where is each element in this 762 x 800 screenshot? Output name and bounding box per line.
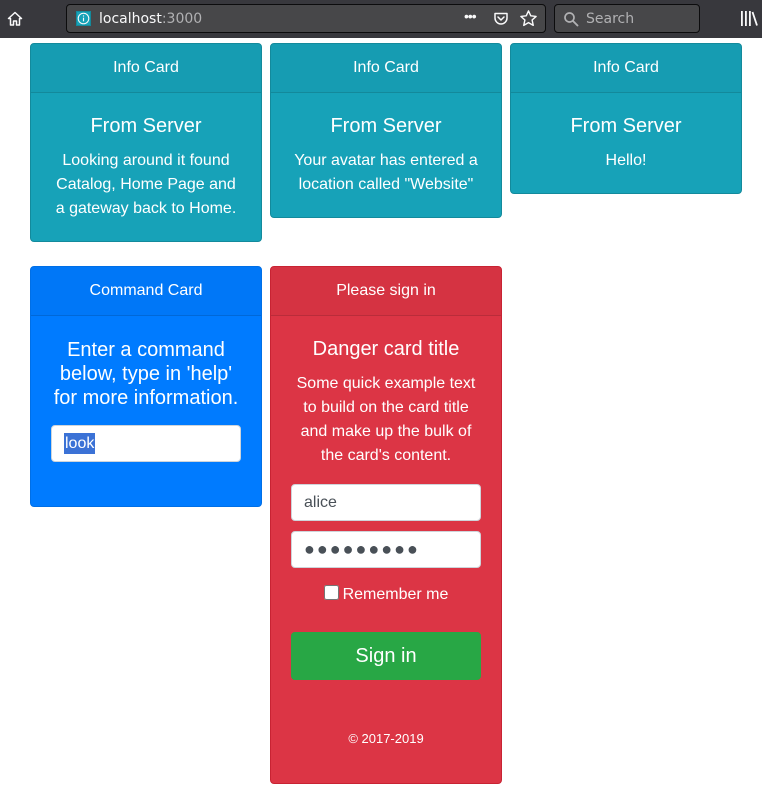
card-body: From Server Your avatar has entered a lo…	[271, 93, 501, 197]
url-bar[interactable]: localhost:3000 •••	[66, 4, 546, 33]
home-button[interactable]	[0, 0, 30, 38]
username-input[interactable]	[291, 484, 481, 521]
signin-card: Please sign in Danger card title Some qu…	[270, 266, 502, 784]
card-text: Hello!	[605, 152, 647, 169]
card-body: Enter a command below, type in 'help' fo…	[31, 316, 261, 410]
card-header: Info Card	[271, 44, 501, 93]
url-port: :3000	[161, 11, 203, 27]
sign-in-button[interactable]: Sign in	[291, 632, 481, 680]
page-actions-icon[interactable]: •••	[464, 8, 477, 24]
card-text: Looking around it found Catalog, Home Pa…	[55, 152, 237, 217]
command-input-value[interactable]: look	[64, 433, 96, 454]
command-card: Command Card Enter a command below, type…	[30, 266, 262, 507]
card-title: From Server	[330, 115, 442, 137]
card-header: Info Card	[511, 44, 741, 93]
card-header: Please sign in	[271, 267, 501, 316]
info-card: Info Card From Server Your avatar has en…	[270, 43, 502, 218]
browser-toolbar: localhost:3000 •••	[0, 0, 762, 38]
home-icon	[7, 11, 23, 26]
remember-me-label: Remember me	[342, 586, 449, 603]
pocket-icon[interactable]	[493, 11, 509, 27]
card-text: Your avatar has entered a location calle…	[294, 152, 478, 193]
search-icon	[564, 12, 579, 27]
card-body: From Server Hello!	[511, 93, 741, 173]
search-input[interactable]	[586, 9, 694, 29]
card-title: From Server	[570, 115, 682, 137]
remember-me[interactable]: Remember me	[271, 585, 501, 604]
copyright: © 2017-2019	[348, 731, 424, 746]
url-host: localhost	[99, 11, 162, 27]
search-bar[interactable]	[554, 4, 700, 33]
info-card: Info Card From Server Looking around it …	[30, 43, 262, 242]
library-icon[interactable]	[740, 10, 758, 27]
card-title: Danger card title	[312, 338, 460, 360]
card-header: Info Card	[31, 44, 261, 93]
info-card: Info Card From Server Hello!	[510, 43, 742, 194]
card-title: Enter a command below, type in 'help' fo…	[53, 339, 239, 409]
remember-me-checkbox[interactable]	[323, 585, 339, 600]
card-text: Some quick example text to build on the …	[296, 375, 476, 464]
info-icon[interactable]	[76, 11, 91, 26]
url-text[interactable]: localhost:3000	[99, 11, 202, 27]
card-header: Command Card	[31, 267, 261, 316]
card-body: From Server Looking around it found Cata…	[31, 93, 261, 221]
password-input[interactable]	[291, 531, 481, 568]
card-body: Danger card title Some quick example tex…	[271, 316, 501, 468]
bookmark-star-icon[interactable]	[519, 9, 538, 28]
card-title: From Server	[90, 115, 202, 137]
